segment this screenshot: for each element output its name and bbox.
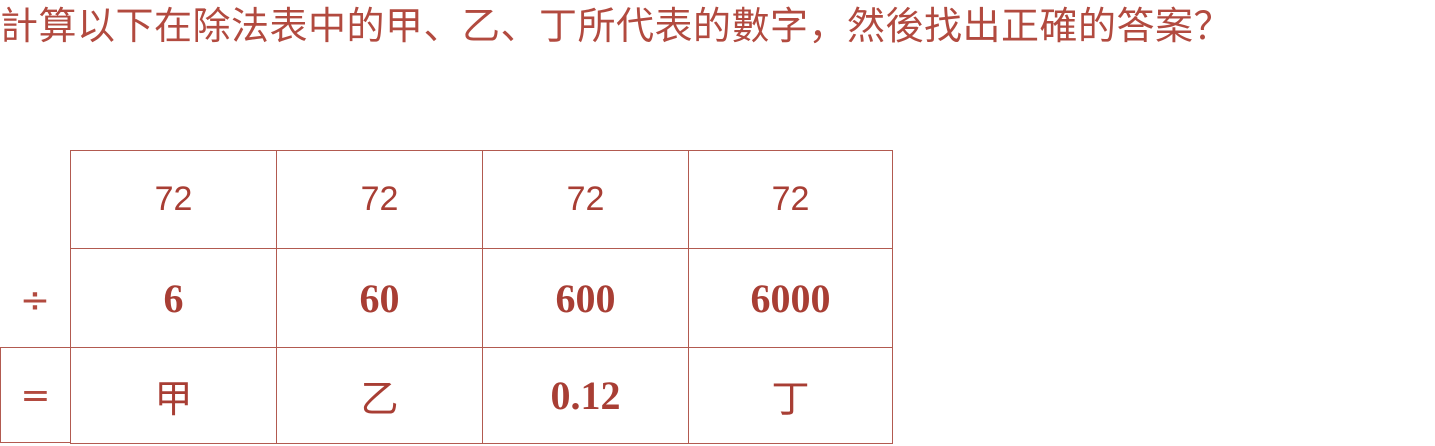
question-text: 計算以下在除法表中的甲、乙、丁所代表的數字，然後找出正確的答案？ [0,4,1233,48]
dividend-cell: 72 [482,150,689,249]
result-cell-yi: 乙 [276,347,483,444]
divisor-cell: 6 [70,248,277,348]
dividend-cell: 72 [276,150,483,249]
result-cell-ding: 丁 [688,347,893,444]
divide-symbol: ÷ [19,279,51,321]
result-cell-jia: 甲 [70,347,277,444]
equals-symbol: = [0,347,71,443]
result-cell-value: 0.12 [482,347,689,444]
divisor-cell: 6000 [688,248,893,348]
dividend-cell: 72 [70,150,277,249]
divisor-cell: 600 [482,248,689,348]
dividend-cell: 72 [688,150,893,249]
divisor-cell: 60 [276,248,483,348]
